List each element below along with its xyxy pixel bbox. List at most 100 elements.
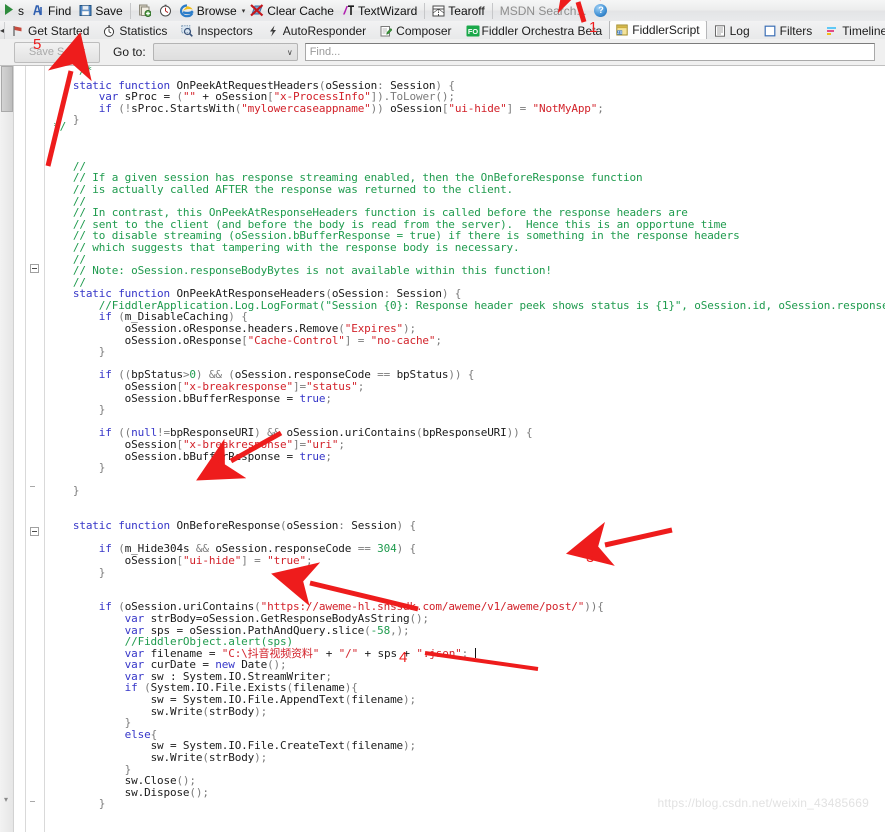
save-script-label: Save Script: [28, 46, 86, 58]
code-token: ;: [305, 553, 313, 567]
code-token: sw.Write: [150, 751, 203, 765]
tab-statistics[interactable]: Statistics: [96, 22, 174, 39]
code-token: }: [98, 565, 106, 579]
code-token: )) {: [448, 368, 475, 382]
goto-dropdown[interactable]: ∨: [152, 43, 298, 61]
code-token: oSession.bBufferResponse =: [124, 449, 300, 463]
toolbar-button-browse[interactable]: Browse: [176, 1, 241, 20]
flag-icon: [12, 25, 24, 37]
tearoff-icon: [432, 5, 445, 17]
toolbar-button-save[interactable]: Save: [75, 1, 126, 20]
tab-label: Statistics: [119, 23, 168, 38]
code-token: "/": [338, 646, 359, 660]
code-token: :: [338, 519, 352, 533]
code-token: );: [403, 693, 416, 707]
find-input[interactable]: Find...: [304, 43, 875, 61]
toolbar-button-tearoff[interactable]: Tearoff: [428, 1, 488, 20]
toolbar-button-help[interactable]: ?: [590, 1, 611, 20]
code-token: static function: [72, 519, 177, 533]
lightning-icon: [267, 25, 279, 37]
tab-timeline[interactable]: Timeline: [819, 22, 885, 39]
code-token: filename: [351, 739, 404, 753]
code-token: true: [299, 449, 326, 463]
vertical-scrollbar[interactable]: ▾: [0, 66, 14, 832]
code-token: ;: [597, 101, 604, 115]
fold-toggle-onpeekatresponseheaders[interactable]: [30, 264, 39, 273]
main-toolbar: s Find Save Browse ▾ Clear Cache TextWiz…: [0, 0, 885, 22]
toolbar-msdn-search[interactable]: MSDN Search...: [496, 1, 591, 20]
code-token: ] =: [241, 553, 268, 567]
filter-icon: [764, 25, 776, 37]
code-token: }: [98, 345, 106, 359]
code-token: oSession.bBufferResponse =: [124, 391, 300, 405]
code-token: Session: [351, 519, 397, 533]
code-token: ;: [325, 449, 332, 463]
code-token: if: [98, 368, 119, 382]
code-token: ] =: [344, 333, 371, 347]
code-token: "NotMyApp": [532, 101, 598, 115]
replay-icon: [4, 3, 15, 19]
tab-label: Composer: [396, 23, 452, 38]
fold-tick: [30, 486, 35, 487]
code-token: ".json": [416, 646, 462, 660]
watermark: https://blog.csdn.net/weixin_43485669: [657, 796, 869, 810]
scrollbar-thumb[interactable]: [1, 66, 13, 112]
code-token: else: [124, 727, 151, 741]
code-token: }: [98, 461, 106, 475]
code-text[interactable]: static function OnPeekAtRequestHeaders(o…: [47, 68, 885, 832]
code-token: -58: [370, 623, 391, 637]
code-token: if: [124, 681, 145, 695]
tab-log[interactable]: Log: [707, 22, 757, 39]
code-token: 304: [377, 542, 397, 556]
code-token: "Cache-Control": [247, 333, 345, 347]
tab-composer[interactable]: Composer: [373, 22, 458, 39]
script-toolbar: Save Script Go to: ∨ Find...: [0, 39, 885, 66]
code-token: filename: [351, 693, 404, 707]
toolbar-divider-1: [129, 2, 131, 19]
toolbar-button-replay[interactable]: s: [0, 1, 28, 20]
tab-autoresponder[interactable]: AutoResponder: [260, 22, 373, 39]
code-token: OnBeforeResponse: [176, 519, 281, 533]
code-token: strBody: [208, 704, 255, 718]
svg-text:FO: FO: [467, 26, 478, 35]
code-token: )){: [584, 600, 604, 614]
editor-selection-margin: [14, 66, 26, 832]
clock-icon: [159, 4, 172, 17]
code-token: if: [98, 600, 119, 614]
toolbar-label-browse: Browse: [196, 3, 237, 18]
tab-label: Get Started: [28, 23, 90, 38]
code-token: if: [98, 101, 119, 115]
code-token: if: [98, 426, 119, 440]
tab-label: FiddlerScript: [632, 23, 700, 37]
tab-get-started[interactable]: Get Started: [5, 22, 96, 39]
fold-tick: [30, 801, 35, 802]
fold-toggle-onbeforeresponse[interactable]: [30, 527, 39, 536]
editor-fold-gutter[interactable]: [26, 66, 45, 832]
code-area[interactable]: static function OnPeekAtRequestHeaders(o…: [45, 66, 885, 832]
tab-fiddlerscript[interactable]: JS FiddlerScript: [609, 21, 707, 39]
toolbar-label-save: Save: [95, 3, 123, 18]
code-token: sProc.StartsWith: [131, 101, 235, 115]
scrollbar-arrow-down-icon[interactable]: ▾: [1, 795, 11, 804]
code-token: sw.Dispose: [124, 785, 190, 799]
caret-down-icon: ▾: [241, 7, 246, 15]
code-token: }: [98, 403, 106, 417]
tab-label: Fiddler Orchestra Beta: [481, 23, 603, 38]
tab-filters[interactable]: Filters: [757, 22, 820, 39]
browser-icon: [179, 3, 194, 18]
code-token: "no-cache": [370, 333, 436, 347]
code-token: }: [98, 797, 106, 811]
toolbar-button-timer[interactable]: [155, 1, 176, 20]
toolbar-button-find[interactable]: Find: [28, 1, 75, 20]
code-token: ();: [409, 611, 429, 625]
tab-label: AutoResponder: [282, 23, 367, 38]
toolbar-button-screenshot[interactable]: [134, 1, 155, 20]
code-token: "ui-hide": [182, 553, 242, 567]
code-token: ==: [351, 542, 378, 556]
code-token: (!: [118, 101, 132, 115]
toolbar-button-text-wizard[interactable]: TextWizard: [338, 1, 421, 20]
tab-fiddler-orchestra-beta[interactable]: FO Fiddler Orchestra Beta: [459, 22, 610, 39]
toolbar-button-clear-cache[interactable]: Clear Cache: [246, 1, 338, 20]
save-script-button[interactable]: Save Script: [14, 41, 100, 63]
tab-inspectors[interactable]: Inspectors: [174, 22, 259, 39]
